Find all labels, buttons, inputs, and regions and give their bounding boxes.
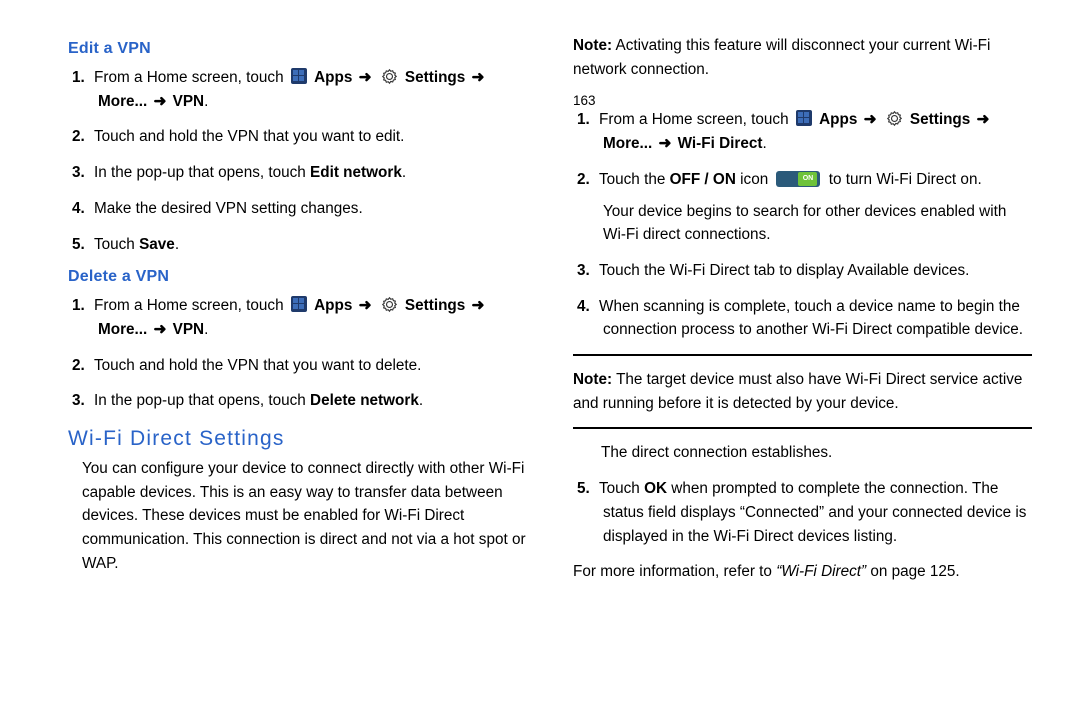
wifi-direct-steps-cont: 5.Touch OK when prompted to complete the… — [573, 477, 1032, 548]
crossref: For more information, refer to “Wi-Fi Di… — [573, 560, 1032, 584]
list-item: 2.Touch and hold the VPN that you want t… — [96, 354, 527, 378]
list-item: 2.Touch the OFF / ON icon to turn Wi-Fi … — [601, 168, 1032, 247]
delete-vpn-steps: 1.From a Home screen, touch Apps ➜ Setti… — [68, 294, 527, 413]
apps-icon — [291, 296, 307, 312]
gear-icon — [381, 68, 398, 85]
list-item: 3.In the pop-up that opens, touch Delete… — [96, 389, 527, 413]
wifi-note: Note: Activating this feature will disco… — [573, 34, 1032, 81]
list-item: 5.Touch OK when prompted to complete the… — [601, 477, 1032, 548]
arrow-icon: ➜ — [357, 69, 374, 86]
apps-icon — [796, 110, 812, 126]
toggle-on-icon — [776, 171, 820, 187]
list-item: 2.Touch and hold the VPN that you want t… — [96, 125, 527, 149]
list-item: 3.Touch the Wi-Fi Direct tab to display … — [601, 259, 1032, 283]
page-number: 163 — [573, 93, 1032, 108]
gear-icon — [381, 296, 398, 313]
apps-icon — [291, 68, 307, 84]
after-note-text: The direct connection establishes. — [601, 441, 1032, 465]
manual-page: Edit a VPN 1.From a Home screen, touch A… — [0, 0, 1080, 720]
wifi-intro: You can configure your device to connect… — [68, 457, 527, 576]
list-item: 4.When scanning is complete, touch a dev… — [601, 295, 1032, 342]
heading-delete-vpn: Delete a VPN — [68, 268, 527, 286]
list-item: 1.From a Home screen, touch Apps ➜ Setti… — [96, 294, 527, 341]
edit-vpn-steps: 1.From a Home screen, touch Apps ➜ Setti… — [68, 66, 527, 256]
note-block: Note: The target device must also have W… — [573, 354, 1032, 429]
list-item: 1.From a Home screen, touch Apps ➜ Setti… — [96, 66, 527, 113]
gear-icon — [886, 110, 903, 127]
heading-wifi-direct: Wi-Fi Direct Settings — [68, 427, 527, 451]
heading-edit-vpn: Edit a VPN — [68, 40, 527, 58]
list-item: 3.In the pop-up that opens, touch Edit n… — [96, 161, 527, 185]
list-item: 5.Touch Save. — [96, 233, 527, 257]
list-item: 1.From a Home screen, touch Apps ➜ Setti… — [601, 108, 1032, 155]
list-item: 4.Make the desired VPN setting changes. — [96, 197, 527, 221]
wifi-direct-steps: 1.From a Home screen, touch Apps ➜ Setti… — [573, 108, 1032, 342]
